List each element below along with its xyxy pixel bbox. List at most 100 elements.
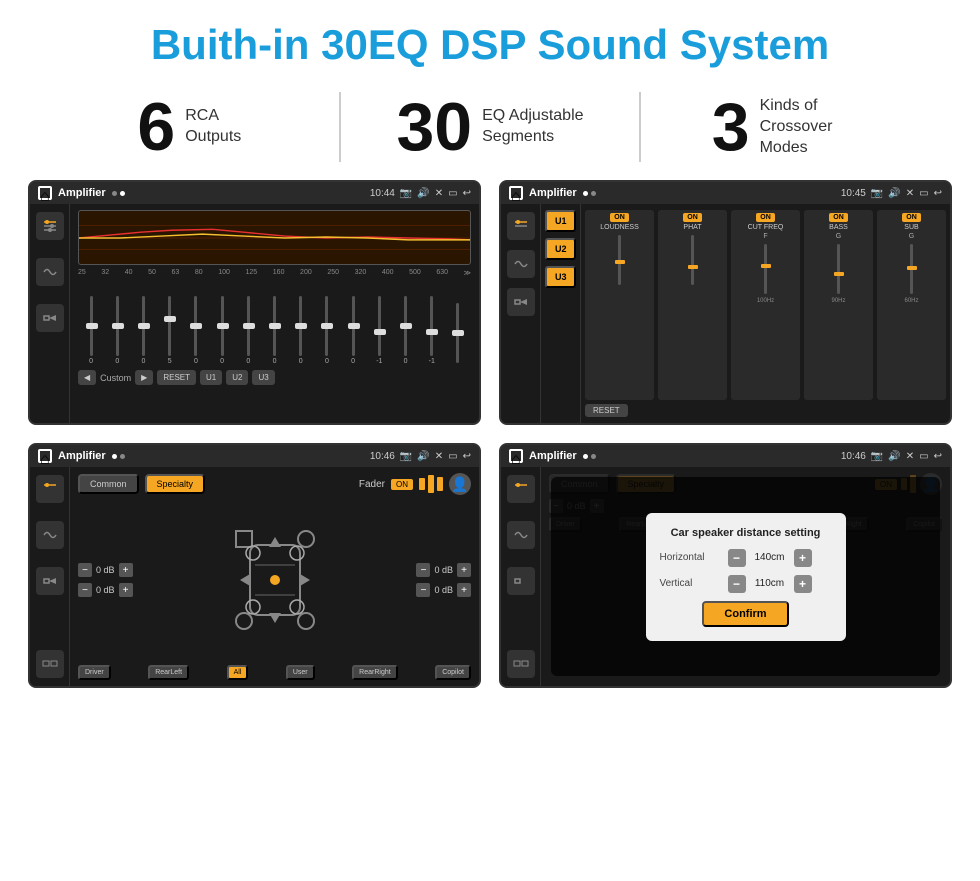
home-icon-4[interactable]: ⌂ xyxy=(509,449,523,463)
back-icon-2[interactable]: ↩ xyxy=(934,188,942,199)
u1-button[interactable]: U1 xyxy=(545,210,576,232)
eq-screen: 2532405063 80100125160200 25032040050063… xyxy=(30,204,479,423)
eq-u1-btn[interactable]: U1 xyxy=(200,370,222,385)
vertical-plus[interactable]: + xyxy=(794,575,812,593)
dist-sidebar-btn-2[interactable] xyxy=(507,521,535,549)
fader-col-6: 0 xyxy=(209,296,235,365)
u2-button[interactable]: U2 xyxy=(545,238,576,260)
phat-fader[interactable] xyxy=(691,235,694,285)
time-4: 10:46 xyxy=(841,451,866,462)
label-rearleft[interactable]: RearLeft xyxy=(148,665,189,680)
on-badge-bass[interactable]: ON xyxy=(829,213,848,222)
window-icon-2[interactable]: ▭ xyxy=(919,188,928,199)
cross-main: ON LOUDNESS ON PHAT ON xyxy=(581,204,950,423)
back-icon-3[interactable]: ↩ xyxy=(463,451,471,462)
status-dots-1 xyxy=(112,191,125,196)
fader-sidebar-btn-2[interactable] xyxy=(36,521,64,549)
label-all[interactable]: All xyxy=(227,665,249,680)
cross-reset-btn[interactable]: RESET xyxy=(585,404,628,417)
home-icon-2[interactable]: ⌂ xyxy=(509,186,523,200)
sub-fader[interactable] xyxy=(910,244,913,294)
db-plus-fl[interactable]: + xyxy=(119,563,133,577)
fader-col-7: 0 xyxy=(235,296,261,365)
home-icon-3[interactable]: ⌂ xyxy=(38,449,52,463)
db-plus-rr[interactable]: + xyxy=(457,583,471,597)
label-user[interactable]: User xyxy=(286,665,315,680)
time-3: 10:46 xyxy=(370,451,395,462)
eq-prev-btn[interactable]: ◀ xyxy=(78,370,96,385)
vertical-stepper: − 110cm + xyxy=(728,575,812,593)
module-bass: ON BASS G 90Hz xyxy=(804,210,873,400)
tab-specialty-fader[interactable]: Specialty xyxy=(145,474,206,494)
horizontal-row: Horizontal − 140cm + xyxy=(660,549,832,567)
on-badge-cutfreq[interactable]: ON xyxy=(756,213,775,222)
camera-icon-2: 📷 xyxy=(871,188,883,199)
screen-crossover: ⌂ Amplifier 10:45 📷 🔊 ✕ ▭ ↩ xyxy=(499,180,952,425)
dist-sidebar-btn-4[interactable] xyxy=(507,650,535,678)
cross-sidebar-btn-2[interactable] xyxy=(507,250,535,278)
fader-sidebar-btn-3[interactable] xyxy=(36,567,64,595)
status-bar-1: ⌂ Amplifier 10:44 📷 🔊 ✕ ▭ ↩ xyxy=(30,182,479,204)
horizontal-minus[interactable]: − xyxy=(728,549,746,567)
on-badge-loudness[interactable]: ON xyxy=(610,213,629,222)
on-badge-phat[interactable]: ON xyxy=(683,213,702,222)
db-plus-rl[interactable]: + xyxy=(119,583,133,597)
fader-col-8: 0 xyxy=(261,296,287,365)
home-icon-1[interactable]: ⌂ xyxy=(38,186,52,200)
vertical-minus[interactable]: − xyxy=(728,575,746,593)
u3-button[interactable]: U3 xyxy=(545,266,576,288)
time-2: 10:45 xyxy=(841,188,866,199)
eq-main: 2532405063 80100125160200 25032040050063… xyxy=(70,204,479,423)
bass-fader[interactable] xyxy=(837,244,840,294)
horizontal-label: Horizontal xyxy=(660,552,720,563)
eq-reset-btn[interactable]: RESET xyxy=(157,370,196,385)
dot-7 xyxy=(583,454,588,459)
on-badge-sub[interactable]: ON xyxy=(902,213,921,222)
back-icon-4[interactable]: ↩ xyxy=(934,451,942,462)
db-minus-rr[interactable]: − xyxy=(416,583,430,597)
vertical-row: Vertical − 110cm + xyxy=(660,575,832,593)
dist-sidebar-btn-3[interactable] xyxy=(507,567,535,595)
eq-sidebar-btn-3[interactable] xyxy=(36,304,64,332)
tab-common-fader[interactable]: Common xyxy=(78,474,139,494)
window-icon-1[interactable]: ▭ xyxy=(448,188,457,199)
window-icon-3[interactable]: ▭ xyxy=(448,451,457,462)
close-icon-1[interactable]: ✕ xyxy=(435,188,443,199)
db-minus-fl[interactable]: − xyxy=(78,563,92,577)
dot-2 xyxy=(120,191,125,196)
cross-sidebar-btn-1[interactable] xyxy=(507,212,535,240)
page-title: Buith-in 30EQ DSP Sound System xyxy=(0,0,980,78)
eq-custom-label: Custom xyxy=(100,373,131,383)
db-plus-fr[interactable]: + xyxy=(457,563,471,577)
eq-sidebar-btn-2[interactable] xyxy=(36,258,64,286)
db-minus-rl[interactable]: − xyxy=(78,583,92,597)
window-icon-4[interactable]: ▭ xyxy=(919,451,928,462)
back-icon-1[interactable]: ↩ xyxy=(463,188,471,199)
dist-sidebar-btn-1[interactable] xyxy=(507,475,535,503)
fader-on-badge[interactable]: ON xyxy=(391,479,413,490)
stat-eq-desc: EQ AdjustableSegments xyxy=(482,106,583,148)
label-driver[interactable]: Driver xyxy=(78,665,111,680)
close-icon-3[interactable]: ✕ xyxy=(435,451,443,462)
fader-sidebar-btn-4[interactable] xyxy=(36,650,64,678)
confirm-button[interactable]: Confirm xyxy=(702,601,788,627)
eq-play-btn[interactable]: ▶ xyxy=(135,370,153,385)
label-rearright[interactable]: RearRight xyxy=(352,665,398,680)
app-title-1: Amplifier xyxy=(58,187,106,199)
stat-rca: 6 RCAOutputs xyxy=(40,93,339,161)
fader-sidebar-btn-1[interactable] xyxy=(36,475,64,503)
eq-u3-btn[interactable]: U3 xyxy=(252,370,274,385)
eq-sidebar-btn-1[interactable] xyxy=(36,212,64,240)
person-icon[interactable]: 👤 xyxy=(449,473,471,495)
app-title-2: Amplifier xyxy=(529,187,577,199)
cross-sidebar-btn-3[interactable] xyxy=(507,288,535,316)
cutfreq-fader[interactable] xyxy=(764,244,767,294)
db-minus-fr[interactable]: − xyxy=(416,563,430,577)
close-icon-2[interactable]: ✕ xyxy=(906,188,914,199)
close-icon-4[interactable]: ✕ xyxy=(906,451,914,462)
eq-u2-btn[interactable]: U2 xyxy=(226,370,248,385)
loudness-fader[interactable] xyxy=(618,235,621,285)
fader-bar-visual xyxy=(419,475,443,493)
label-copilot[interactable]: Copilot xyxy=(435,665,471,680)
horizontal-plus[interactable]: + xyxy=(794,549,812,567)
